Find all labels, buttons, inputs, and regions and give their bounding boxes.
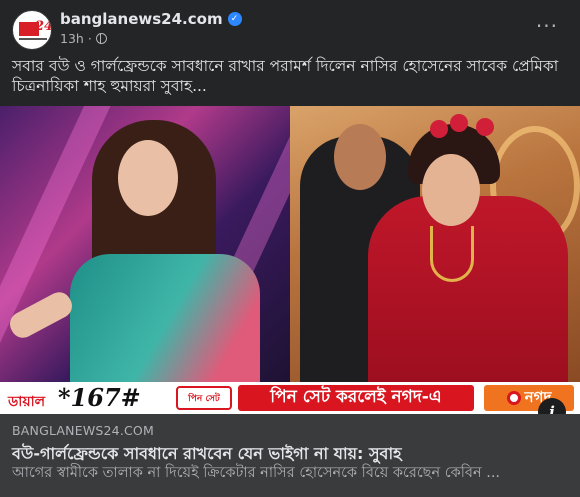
logo-underline [19,38,47,40]
nagad-logo-icon [506,391,521,405]
necklace-shape [430,226,474,282]
link-preview-card[interactable]: BANGLANEWS24.COM বউ-গার্লফ্রেন্ডকে সাবধা… [0,414,580,497]
page-avatar[interactable]: 24 [12,10,52,50]
ad-banner: ডায়াল *167# পিন সেট পিন সেট করলেই নগদ-এ… [0,382,580,414]
post-header: 24 banglanews24.com ✓ 13h · ··· [0,0,580,56]
link-description: আগের স্বামীকে তালাক না দিয়েই ক্রিকেটার … [12,465,501,481]
page-name-row: banglanews24.com ✓ [60,10,242,28]
more-options-icon[interactable]: ··· [536,16,558,36]
ad-cta-text: পিন সেট করলেই নগদ-এ [238,385,474,411]
verified-badge-icon: ✓ [227,12,242,26]
man-face [334,124,386,190]
ad-code: *167# [58,383,141,412]
ad-pin-badge: পিন সেট [176,386,232,410]
rose-icon [430,120,448,138]
saree-shape [70,254,260,382]
post-meta: 13h · [60,31,107,46]
globe-icon [95,33,107,44]
photo-right [290,106,580,382]
logo-number: 24 [35,19,52,34]
meta-separator: · [87,31,92,46]
ad-dial-label: ডায়াল [8,394,46,410]
photo-left [0,106,290,382]
rose-icon [450,114,468,132]
post-timestamp[interactable]: 13h [60,31,84,46]
link-domain: BANGLANEWS24.COM [12,423,154,438]
face-shape [118,140,178,216]
rose-icon [476,118,494,136]
page-name-link[interactable]: banglanews24.com [60,10,223,28]
woman-face [422,154,480,226]
post-caption: সবার বউ ও গার্লফ্রেন্ডকে সাবধানে রাখার প… [12,57,559,95]
woman-figure [368,196,568,382]
post-image[interactable]: ডায়াল *167# পিন সেট পিন সেট করলেই নগদ-এ… [0,106,580,414]
